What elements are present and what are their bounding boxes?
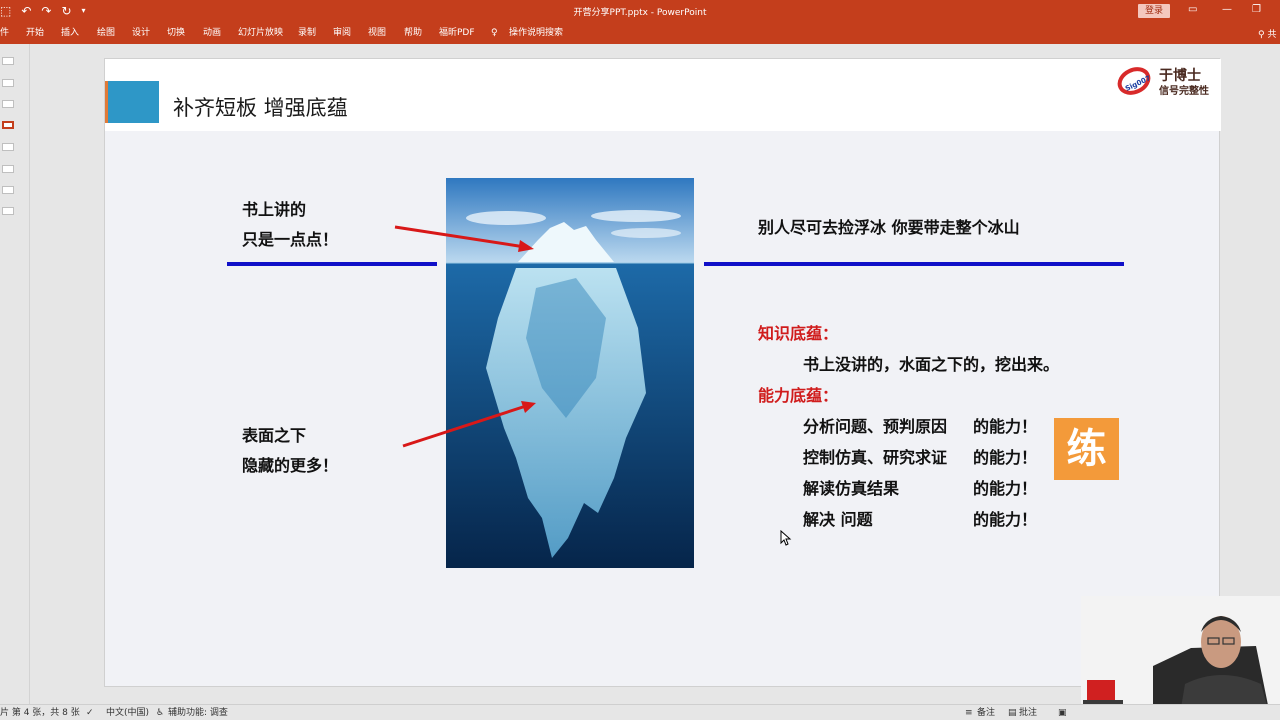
webcam-overlay: [1081, 596, 1280, 720]
left-top-line-1[interactable]: 书上讲的: [242, 199, 306, 221]
ability-item-3-suffix[interactable]: 的能力！: [973, 478, 1037, 500]
window-title: 开营分享PPT.pptx - PowerPoint: [573, 8, 707, 18]
left-waterline-bar: [227, 262, 437, 266]
accessibility-icon: ♿: [156, 708, 165, 718]
slide-thumbnail[interactable]: [2, 143, 14, 151]
knowledge-line[interactable]: 书上没讲的，水面之下的，挖出来。: [803, 354, 1059, 376]
presenter-video-icon: [1081, 596, 1280, 720]
slide-thumbnail[interactable]: [2, 207, 14, 215]
ability-item-1[interactable]: 分析问题、预判原因: [803, 416, 947, 438]
tab-draw[interactable]: 绘图: [97, 28, 115, 39]
tab-insert[interactable]: 插入: [61, 28, 79, 39]
ribbon-tabs: 件 开始 插入 绘图 设计 切换 动画 幻灯片放映 录制 审阅 视图 帮助 福昕…: [0, 22, 1280, 44]
tab-view[interactable]: 视图: [368, 28, 386, 39]
language-indicator[interactable]: 中文(中国): [106, 708, 149, 718]
normal-view-icon[interactable]: ▣: [1058, 708, 1067, 718]
right-heading[interactable]: 别人尽可去捡浮冰 你要带走整个冰山: [758, 217, 1020, 239]
left-top-line-2[interactable]: 只是一点点！: [242, 229, 338, 251]
left-bottom-line-1[interactable]: 表面之下: [242, 425, 306, 447]
slide-thumbnail-selected[interactable]: [2, 121, 14, 129]
person-icon: ⚲: [1258, 30, 1265, 40]
notes-icon: ≡: [965, 708, 973, 718]
arrow-to-tip: [394, 225, 534, 252]
ribbon-display-icon[interactable]: ▭: [1188, 4, 1197, 16]
tab-home[interactable]: 开始: [26, 28, 44, 39]
mouse-cursor-icon: [780, 530, 792, 546]
tab-review[interactable]: 审阅: [333, 28, 351, 39]
slide-thumbnail[interactable]: [2, 79, 14, 87]
share-button[interactable]: ⚲ 共: [1258, 27, 1276, 40]
arrow-to-underwater: [402, 401, 536, 448]
right-waterline-bar: [704, 262, 1124, 266]
tab-transitions[interactable]: 切换: [167, 28, 185, 39]
lightbulb-icon: ♀: [491, 28, 498, 38]
restore-icon[interactable]: ❐: [1252, 4, 1261, 16]
header-square: [108, 81, 159, 123]
slide-thumbnail[interactable]: [2, 186, 14, 194]
tab-animations[interactable]: 动画: [203, 28, 221, 39]
knowledge-heading[interactable]: 知识底蕴：: [758, 323, 838, 345]
logo-ring-icon: Sig007: [1117, 67, 1151, 95]
logo-subtitle: 信号完整性: [1159, 86, 1209, 97]
slide-canvas[interactable]: 补齐短板 增强底蕴 Sig007 于博士 信号完整性 书上讲的 只是一点点！ 表…: [104, 58, 1221, 687]
ability-item-4[interactable]: 解决 问题: [803, 509, 873, 531]
tab-file-partial[interactable]: 件: [0, 28, 9, 39]
tab-foxit-pdf[interactable]: 福昕PDF: [439, 28, 475, 39]
slide-thumbnail-pane: [0, 44, 30, 704]
accessibility-status[interactable]: 辅助功能: 调查: [168, 708, 228, 718]
ability-item-1-suffix[interactable]: 的能力！: [973, 416, 1037, 438]
share-label: 共: [1267, 30, 1277, 40]
ability-heading[interactable]: 能力底蕴：: [758, 385, 838, 407]
comments-icon: ▤: [1008, 708, 1017, 718]
title-bar: ⬚ ↶ ↷ ↻ ▾ 开营分享PPT.pptx - PowerPoint 登录 ▭…: [0, 0, 1280, 22]
ability-item-4-suffix[interactable]: 的能力！: [973, 509, 1037, 531]
slide-count: 片 第 4 张，共 8 张: [0, 708, 80, 718]
ability-item-2-suffix[interactable]: 的能力！: [973, 447, 1037, 469]
left-bottom-line-2[interactable]: 隐藏的更多！: [242, 455, 338, 477]
minimize-icon[interactable]: —: [1222, 4, 1232, 16]
slide-thumbnail[interactable]: [2, 57, 14, 65]
spellcheck-icon[interactable]: ✓: [86, 708, 94, 718]
tell-me-search[interactable]: 操作说明搜索: [509, 28, 563, 39]
company-logo: Sig007 于博士 信号完整性: [1115, 63, 1215, 97]
status-bar: 片 第 4 张，共 8 张 ✓ 中文(中国) ♿ 辅助功能: 调查 ≡ 备注 ▤…: [0, 704, 1280, 720]
notes-button[interactable]: 备注: [977, 708, 995, 718]
slide-thumbnail[interactable]: [2, 165, 14, 173]
ability-item-3[interactable]: 解读仿真结果: [803, 478, 899, 500]
tab-record[interactable]: 录制: [298, 28, 316, 39]
slide-thumbnail[interactable]: [2, 100, 14, 108]
tab-slideshow[interactable]: 幻灯片放映: [238, 28, 283, 39]
ability-item-2[interactable]: 控制仿真、研究求证: [803, 447, 947, 469]
comments-button[interactable]: 批注: [1019, 708, 1037, 718]
practice-badge[interactable]: 练: [1054, 418, 1119, 480]
tab-design[interactable]: 设计: [132, 28, 150, 39]
slide-title[interactable]: 补齐短板 增强底蕴: [173, 92, 348, 122]
login-button[interactable]: 登录: [1138, 4, 1170, 18]
slide-header: 补齐短板 增强底蕴 Sig007 于博士 信号完整性: [105, 59, 1221, 131]
tab-help[interactable]: 帮助: [404, 28, 422, 39]
